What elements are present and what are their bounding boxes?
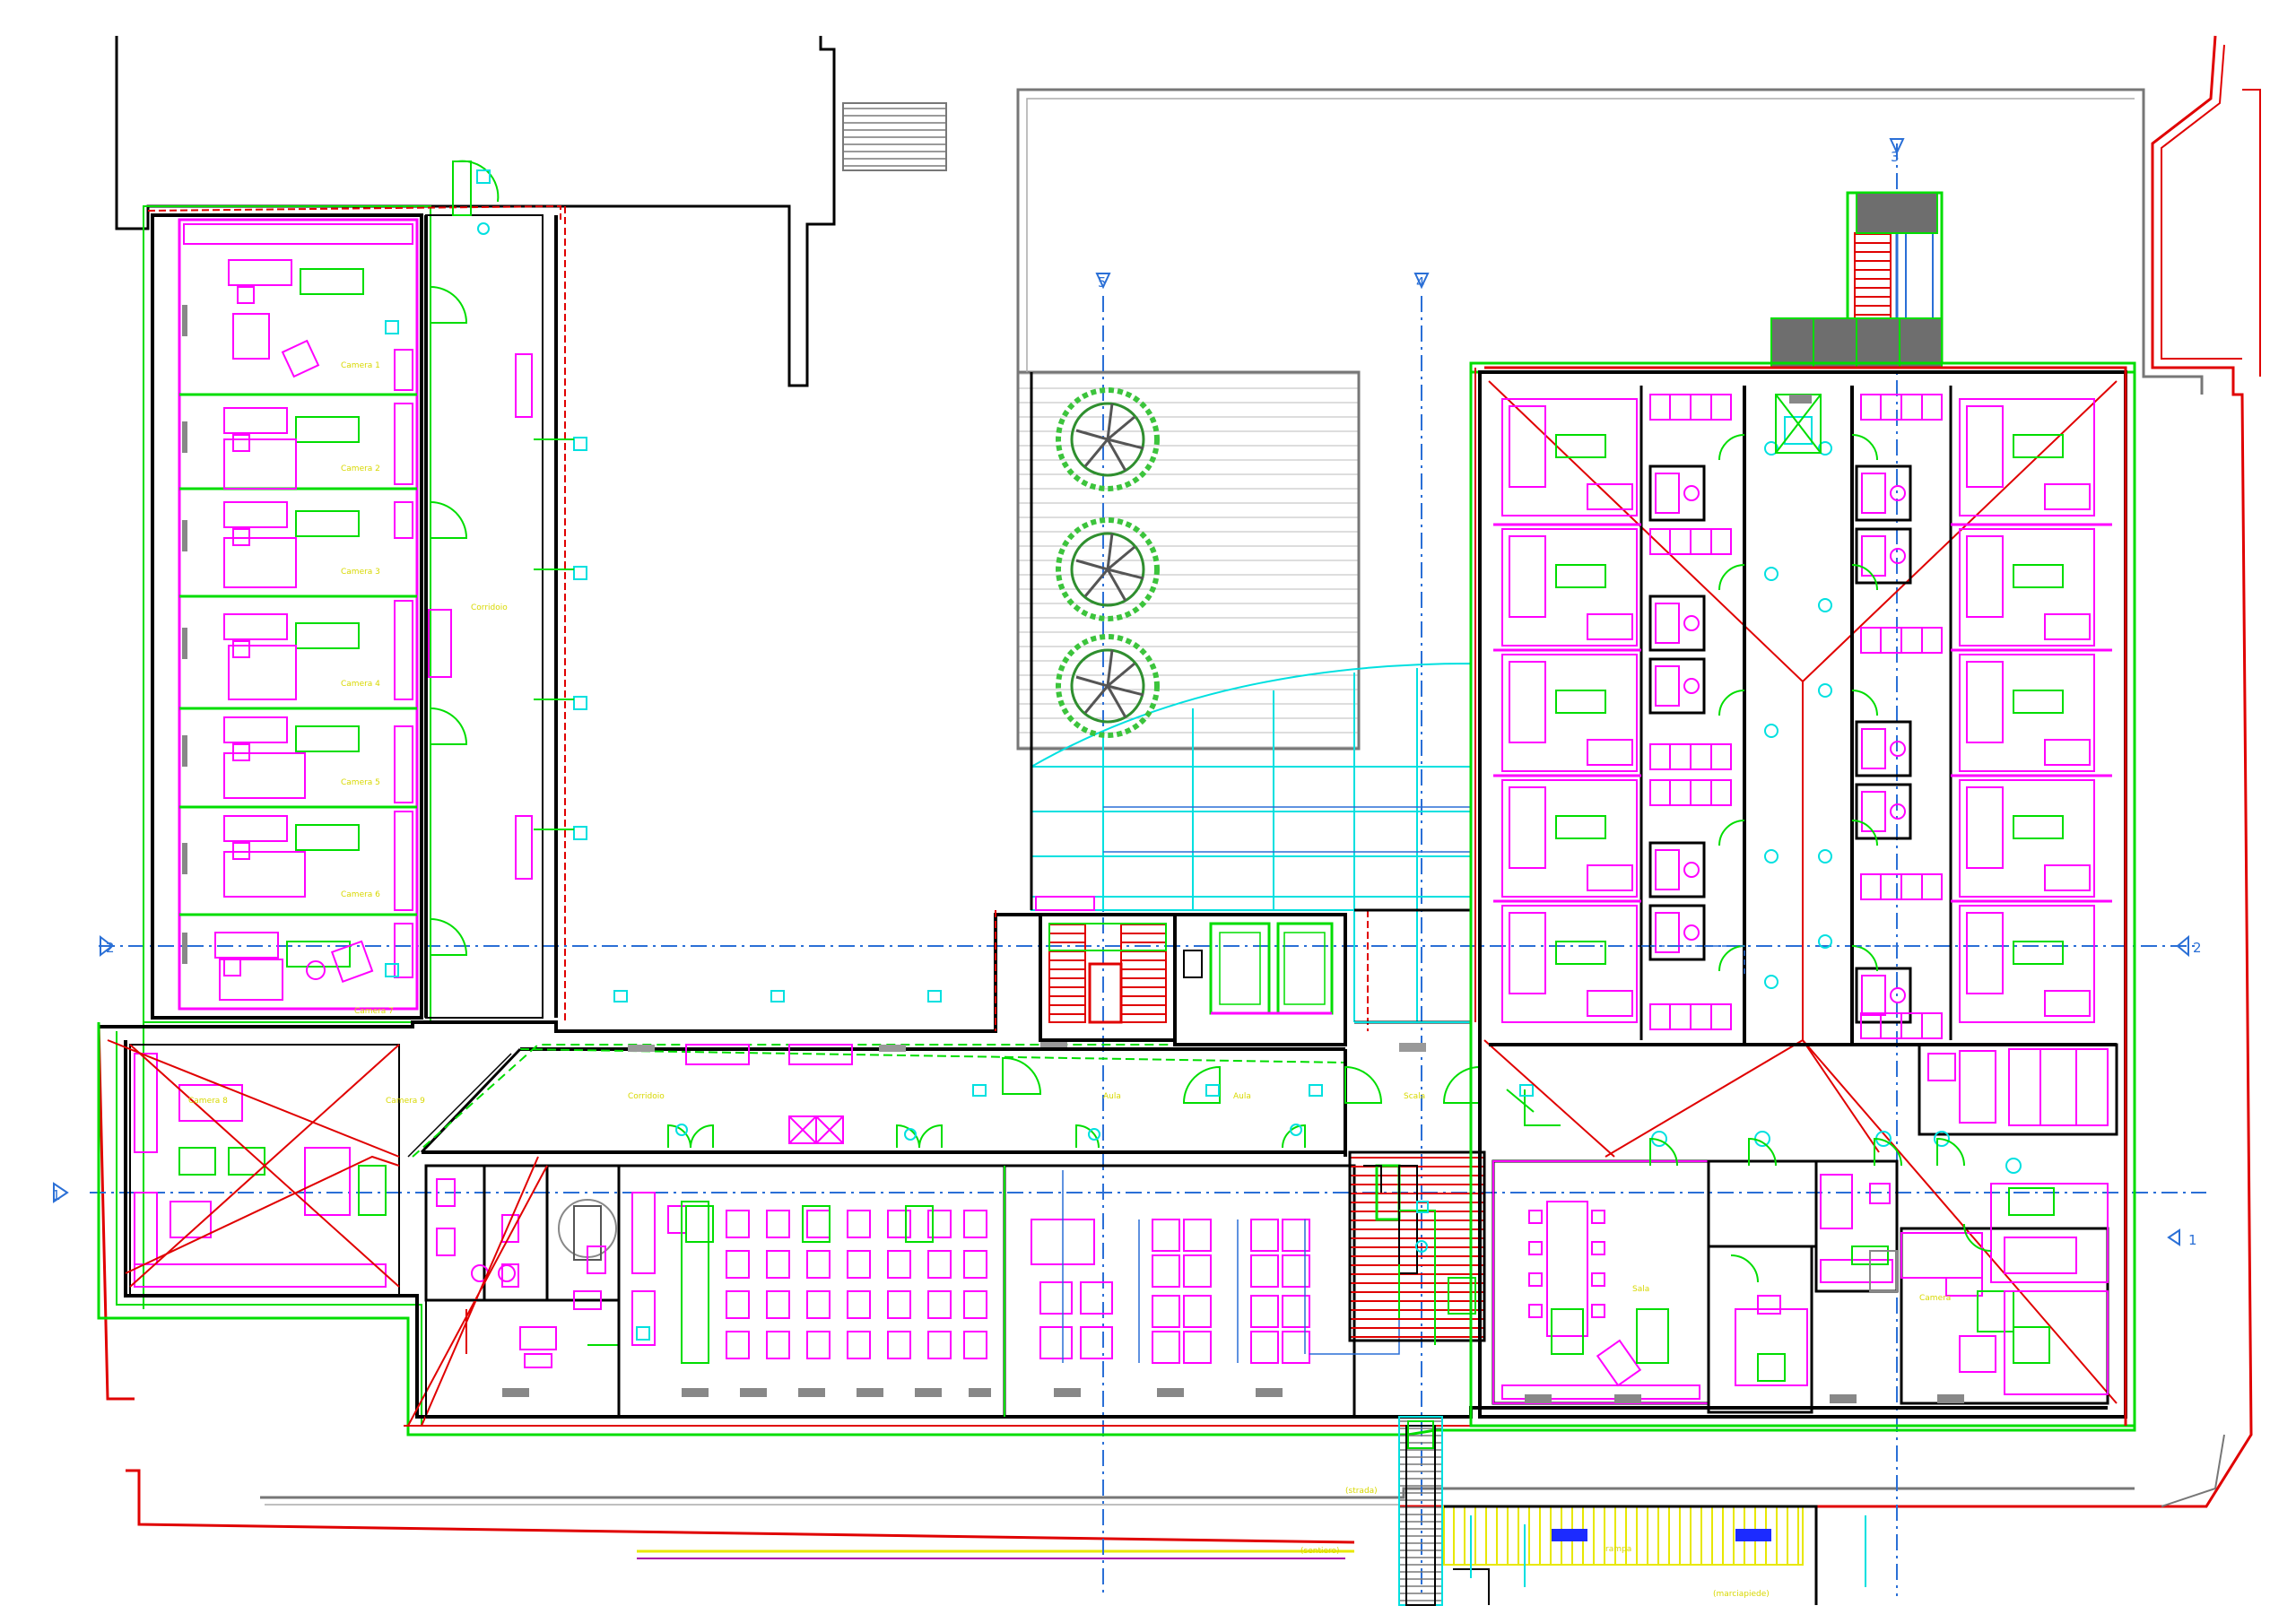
east-wing [1469, 191, 2136, 1428]
svg-text:(sentiero): (sentiero) [1300, 1547, 1340, 1556]
svg-text:(strada): (strada) [1345, 1487, 1378, 1496]
svg-text:Camera 1: Camera 1 [341, 361, 380, 370]
svg-text:Camera 6: Camera 6 [341, 890, 380, 899]
svg-text:Aula: Aula [1233, 1092, 1251, 1101]
svg-text:Camera 2: Camera 2 [341, 464, 380, 473]
svg-text:Corridoio: Corridoio [471, 603, 508, 612]
tree-icon [1058, 390, 1157, 735]
svg-text:(marciapiede): (marciapiede) [1713, 1590, 1770, 1599]
svg-text:Scala: Scala [1404, 1092, 1425, 1101]
svg-text:Aula: Aula [1103, 1092, 1121, 1101]
section-marker-1-right: 1 [2188, 1232, 2197, 1248]
section-marker-2-right: 2 [2193, 940, 2202, 956]
left-wing: Camera 1 Camera 2 Camera 3 Camera 4 Came… [143, 160, 587, 1023]
svg-text:Camera 8: Camera 8 [188, 1097, 228, 1106]
svg-text:rampa: rampa [1605, 1545, 1631, 1554]
svg-text:Camera: Camera [1919, 1294, 1951, 1303]
svg-text:Camera 4: Camera 4 [341, 680, 380, 689]
svg-text:Camera 3: Camera 3 [341, 568, 380, 577]
floor-plan: 1 1 2 2 3 4 5 Camera 1 Camera 2 Camera 3… [52, 35, 2261, 1606]
svg-text:Corridoio: Corridoio [628, 1092, 665, 1101]
classroom-desks-a [726, 1210, 987, 1359]
svg-text:Camera 7: Camera 7 [354, 1007, 394, 1016]
svg-text:Camera 5: Camera 5 [341, 778, 380, 787]
svg-text:Sala: Sala [1632, 1285, 1649, 1294]
svg-text:Camera 9: Camera 9 [386, 1097, 425, 1106]
